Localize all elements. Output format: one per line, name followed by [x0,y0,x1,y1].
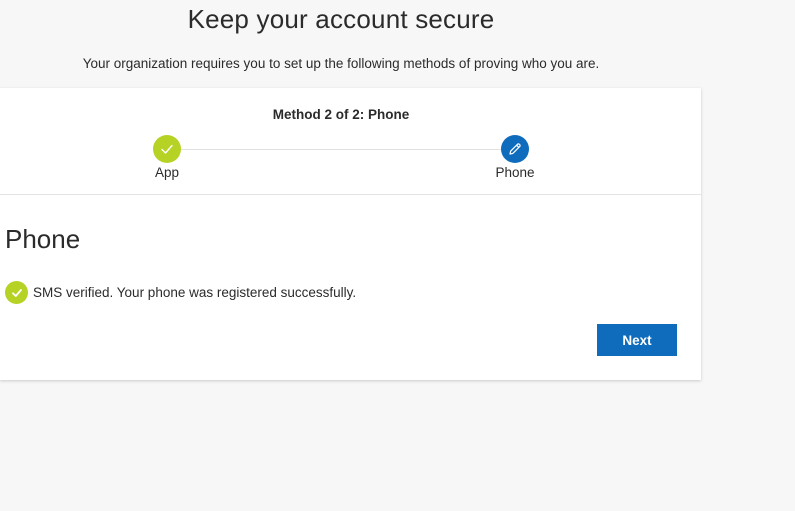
section-heading: Phone [5,224,81,254]
step-phone-label: Phone [495,165,535,180]
step-phone-current-icon [501,135,529,163]
card-divider [0,194,701,195]
step-app-complete-icon [153,135,181,163]
checkmark-icon [161,144,173,154]
success-message-row: SMS verified. Your phone was registered … [5,281,356,304]
next-button[interactable]: Next [597,324,677,356]
step-progress-line [180,149,502,150]
step-app-label: App [154,165,180,180]
success-check-icon [5,281,28,304]
pencil-icon [509,143,521,155]
page-subtitle: Your organization requires you to set up… [82,56,600,71]
success-message: SMS verified. Your phone was registered … [33,284,357,300]
page-title: Keep your account secure [187,4,495,34]
method-progress-label: Method 2 of 2: Phone [272,107,410,122]
setup-card: Method 2 of 2: Phone App Phone Phone SMS… [0,88,701,380]
